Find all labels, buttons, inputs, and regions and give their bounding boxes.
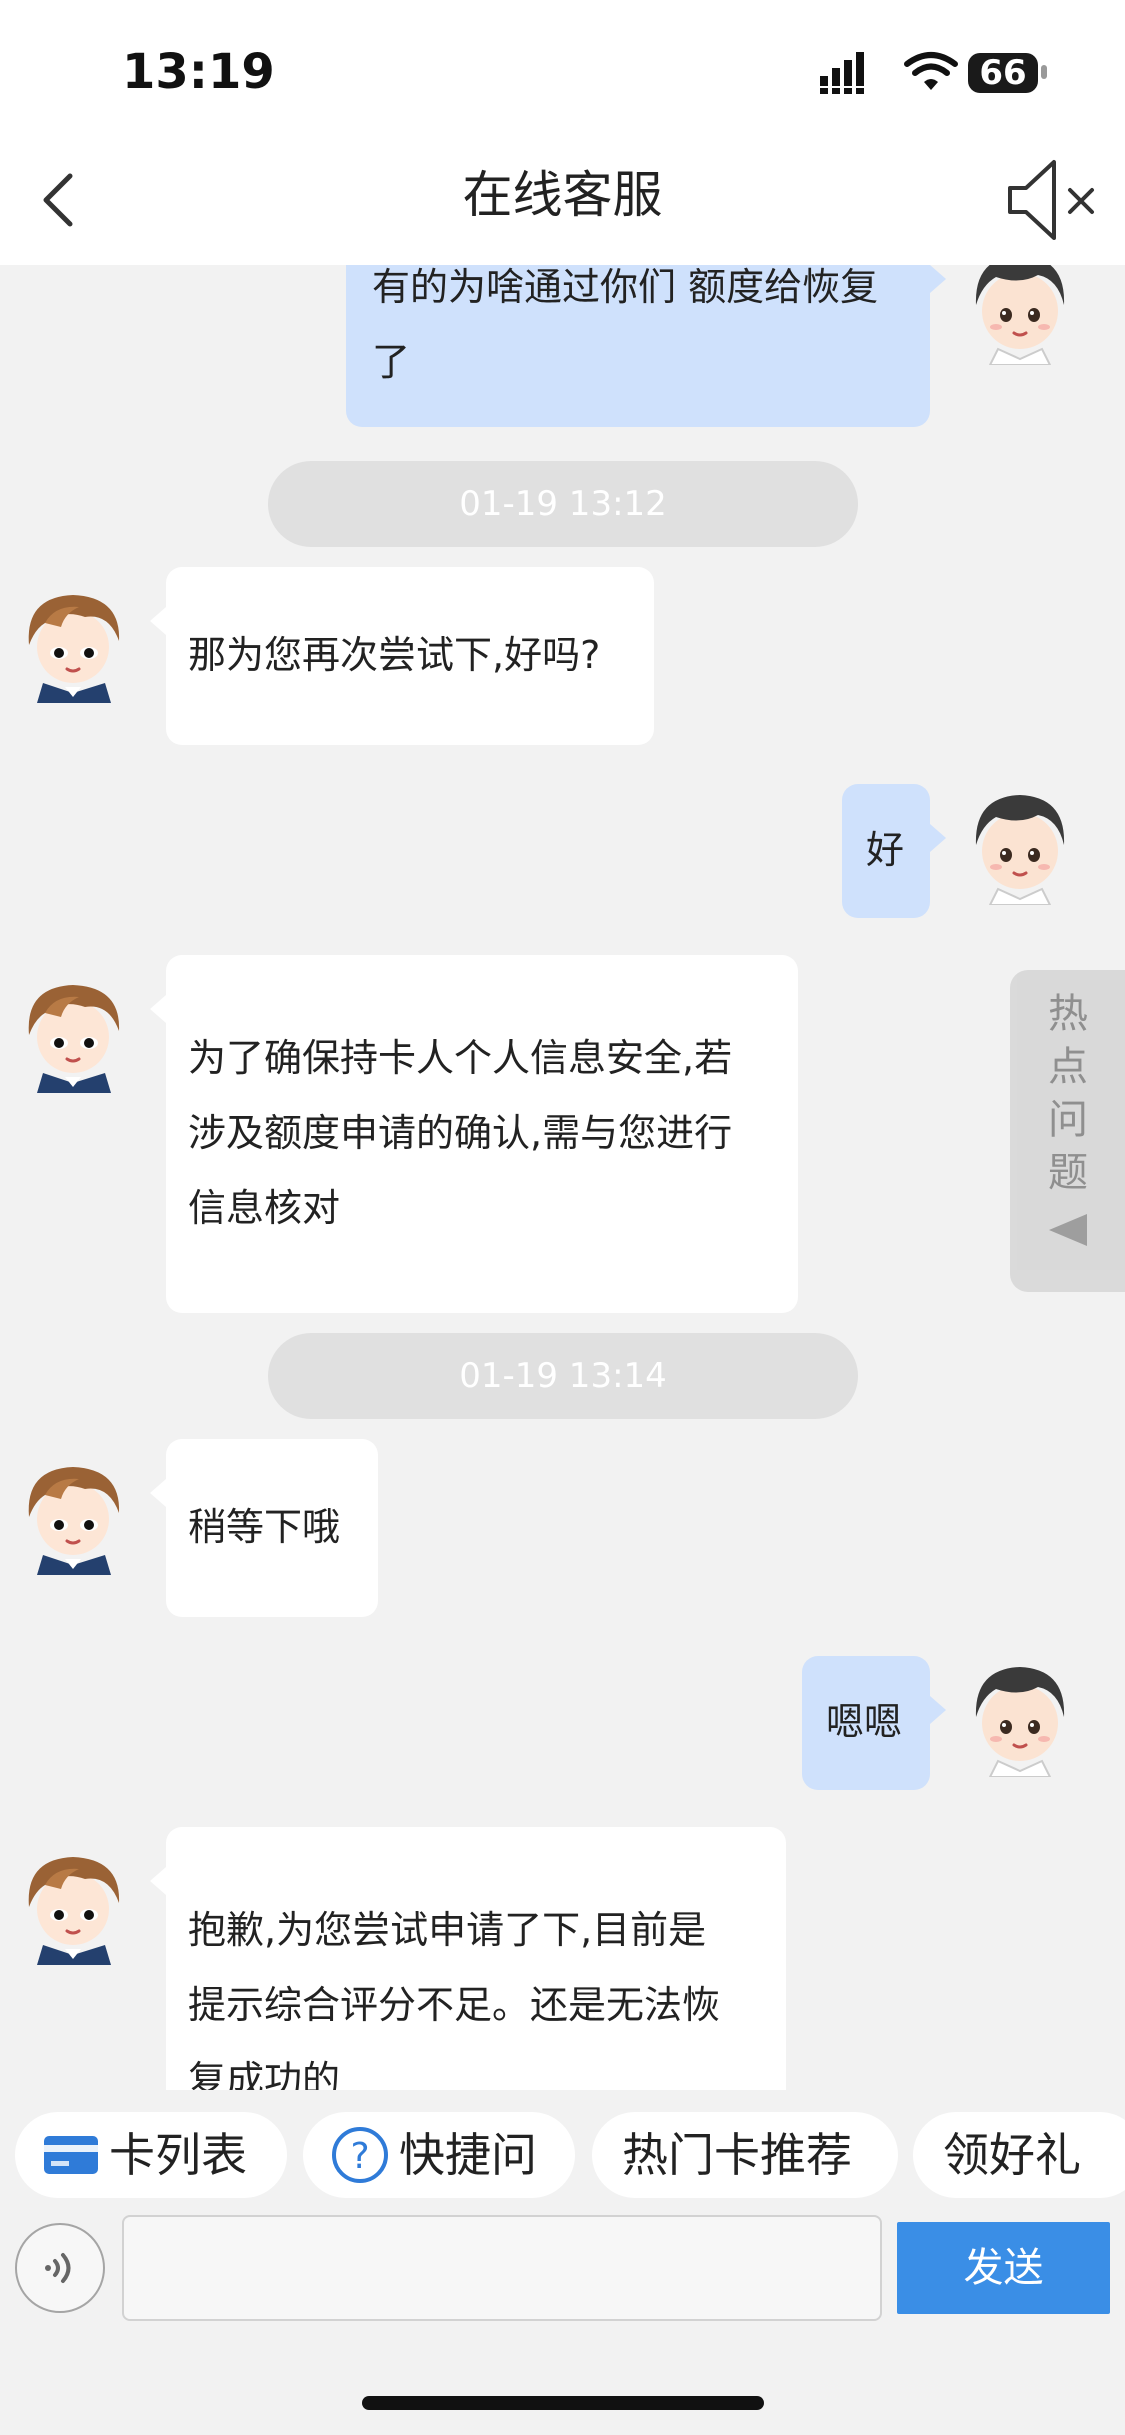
status-time: 13:19	[122, 44, 275, 100]
agent-message-bubble: 那为您再次尝试下,好吗?	[150, 567, 654, 745]
chip-label: 快捷问	[399, 2128, 537, 2182]
battery-level: 66	[968, 53, 1038, 93]
message-line: 稍等下哦	[188, 1505, 341, 1549]
chip-label: 卡列表	[109, 2128, 247, 2182]
timestamp-divider: 01-19 13:14	[268, 1333, 858, 1419]
timestamp-divider: 01-19 13:12	[268, 461, 858, 547]
svg-text:?: ?	[350, 2136, 369, 2177]
voice-input-button[interactable]	[15, 2223, 105, 2313]
message-line: 复成功的	[188, 2058, 341, 2090]
quick-action-card-list[interactable]: 卡列表	[15, 2112, 287, 2198]
voice-icon	[45, 2253, 71, 2283]
mute-button[interactable]	[1002, 150, 1102, 250]
agent-message-bubble: 稍等下哦	[150, 1439, 378, 1617]
message-line: 抱歉,为您尝试申请了下,目前是	[188, 1908, 707, 1952]
status-icons: 66	[818, 50, 1058, 100]
chip-label: 领好礼	[943, 2128, 1081, 2182]
agent-avatar	[28, 985, 120, 1093]
chip-label: 热门卡推荐	[622, 2128, 852, 2182]
user-message-bubble: 有的为啥通过你们 额度给恢复 了	[346, 265, 946, 427]
user-avatar	[975, 265, 1065, 365]
quick-actions-bar[interactable]: 卡列表 ? 快捷问 热门卡推荐 领好礼	[0, 2090, 1125, 2225]
speaker-muted-icon	[1008, 160, 1094, 240]
card-icon	[44, 2136, 98, 2174]
message-line: 好	[866, 828, 905, 872]
message-line: 了	[372, 340, 411, 384]
agent-message-bubble: 抱歉,为您尝试申请了下,目前是 提示综合评分不足。还是无法恢 复成功的	[150, 1827, 786, 2090]
user-message-bubble: 嗯嗯	[802, 1656, 946, 1790]
message-line: 信息核对	[188, 1186, 341, 1230]
message-line: 嗯嗯	[826, 1700, 903, 1744]
message-line: 有的为啥通过你们 额度给恢复	[372, 265, 879, 309]
agent-message-bubble: 为了确保持卡人个人信息安全,若 涉及额度申请的确认,需与您进行 信息核对	[150, 955, 798, 1313]
message-line: 为了确保持卡人个人信息安全,若	[188, 1036, 733, 1080]
agent-avatar	[28, 595, 120, 703]
chat-area[interactable]: 有的为啥通过你们 额度给恢复 了 01-19 13:12 那为您再次尝试下,好吗…	[0, 265, 1125, 2090]
agent-avatar	[28, 1857, 120, 1965]
user-avatar	[975, 795, 1065, 905]
question-icon: ?	[332, 2127, 388, 2183]
agent-avatar	[28, 1467, 120, 1575]
user-message-bubble: 好	[842, 784, 946, 918]
page-title: 在线客服	[462, 166, 663, 224]
home-indicator	[362, 2396, 764, 2410]
battery-tip	[1041, 65, 1047, 79]
message-line: 涉及额度申请的确认,需与您进行	[188, 1111, 733, 1155]
status-bar: 13:19 66	[0, 0, 1125, 140]
message-line: 那为您再次尝试下,好吗?	[188, 633, 601, 677]
message-input[interactable]	[122, 2215, 882, 2321]
user-avatar	[975, 1667, 1065, 1777]
quick-action-hot-cards[interactable]: 热门卡推荐	[592, 2112, 898, 2198]
message-line: 提示综合评分不足。还是无法恢	[188, 1983, 721, 2027]
signal-icon	[820, 52, 864, 94]
hot-questions-label: 热点问题	[1048, 991, 1088, 1196]
send-button[interactable]: 发送	[897, 2222, 1110, 2314]
quick-action-quick-ask[interactable]: ? 快捷问	[303, 2112, 575, 2198]
wifi-icon	[904, 52, 958, 90]
input-bar: 发送	[0, 2215, 1125, 2345]
hot-questions-tab[interactable]: 热点问题	[1010, 970, 1125, 1292]
quick-action-gifts[interactable]: 领好礼	[913, 2112, 1125, 2198]
nav-bar: 在线客服	[0, 140, 1125, 265]
triangle-left-icon	[1049, 1214, 1087, 1246]
